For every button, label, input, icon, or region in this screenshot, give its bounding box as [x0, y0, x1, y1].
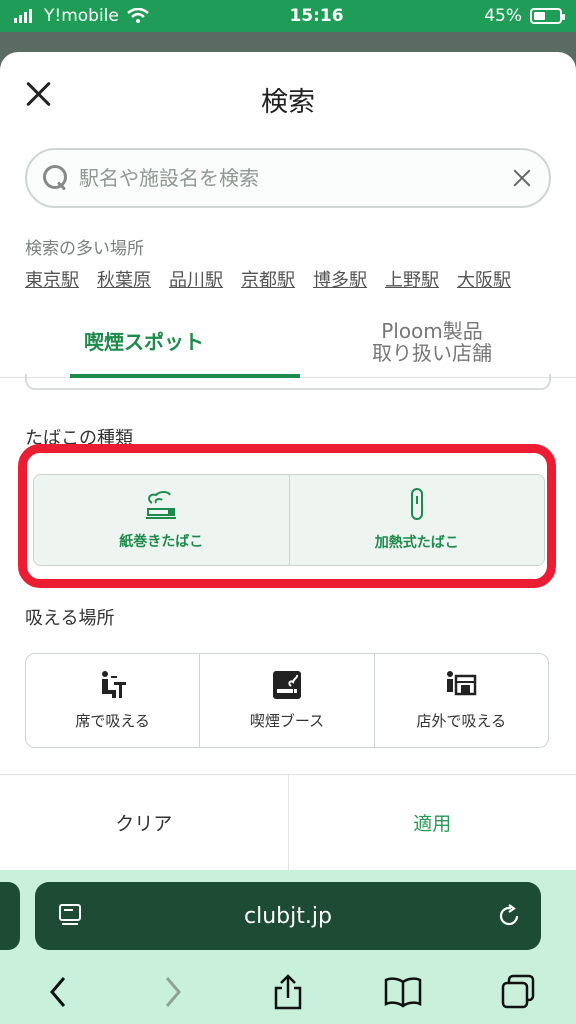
heated-tobacco-option-label: 加熱式たばこ [374, 535, 459, 551]
tobacco-type-label: たばこの種類 [25, 428, 133, 449]
tab-smoking-spots[interactable]: 喫煙スポット [0, 306, 300, 378]
clear-search-icon[interactable] [511, 167, 533, 189]
outside-smoking-label: 店外で吸える [416, 712, 507, 730]
address-bar[interactable]: clubjt.jp [35, 882, 541, 950]
tabs-icon[interactable] [498, 972, 538, 1012]
storefront-icon [447, 671, 477, 696]
seat-icon [101, 671, 126, 698]
clear-button[interactable]: クリア [0, 775, 288, 870]
page-title: 検索 [261, 87, 315, 118]
forward-icon[interactable] [153, 972, 193, 1012]
search-box[interactable] [25, 148, 551, 208]
search-input[interactable] [79, 166, 501, 190]
popular-place-link[interactable]: 東京駅 [25, 266, 79, 292]
outside-smoking-option-button[interactable]: 店外で吸える [373, 654, 548, 747]
popular-places-label: 検索の多い場所 [25, 239, 144, 259]
popular-place-link[interactable]: 博多駅 [313, 266, 367, 292]
carrier-name: Y!mobile [44, 6, 119, 26]
category-tabs: 喫煙スポット Ploom製品 取り扱い店舗 [0, 306, 576, 378]
battery-percent: 45% [484, 6, 522, 26]
url-text: clubjt.jp [244, 903, 332, 929]
seat-smoking-label: 席で吸える [75, 712, 150, 730]
reload-icon[interactable] [497, 904, 521, 928]
wifi-icon [127, 8, 149, 23]
cigarette-option-button[interactable]: 紙巻きたばこ [34, 475, 289, 565]
previous-tab-edge[interactable] [0, 882, 20, 950]
reader-view-icon[interactable] [59, 904, 81, 928]
bookmarks-icon[interactable] [383, 972, 423, 1012]
smoking-booth-icon [272, 671, 301, 699]
seat-smoking-option-button[interactable]: 席で吸える [26, 654, 199, 747]
status-bar: Y!mobile 15:16 45% [0, 0, 576, 32]
clock: 15:16 [289, 6, 344, 26]
share-icon[interactable] [268, 972, 308, 1012]
popular-place-link[interactable]: 品川駅 [169, 266, 223, 292]
smoking-booth-label: 喫煙ブース [249, 712, 325, 730]
popular-place-link[interactable]: 京都駅 [241, 266, 295, 292]
search-sheet: 検索 検索の多い場所 東京駅 秋葉原 品川駅 京都駅 博多駅 上野駅 大阪駅 喫… [0, 52, 576, 870]
sheet-header: 検索 [0, 52, 576, 142]
heated-tobacco-option-button[interactable]: 加熱式たばこ [288, 475, 544, 565]
popular-place-link[interactable]: 大阪駅 [457, 266, 511, 292]
sheet-footer: クリア 適用 [0, 774, 576, 870]
signal-icon [14, 9, 32, 23]
smoking-booth-option-button[interactable]: 喫煙ブース [199, 654, 373, 747]
smoking-place-label: 吸える場所 [25, 608, 115, 629]
back-icon[interactable] [38, 972, 78, 1012]
tobacco-type-group: 紙巻きたばこ 加熱式たばこ [33, 474, 545, 566]
cigarette-option-label: 紙巻きたばこ [119, 534, 204, 550]
tab-ploom-stores[interactable]: Ploom製品 取り扱い店舗 [288, 306, 576, 377]
popular-places-list: 東京駅 秋葉原 品川駅 京都駅 博多駅 上野駅 大阪駅 [25, 266, 576, 292]
search-icon [43, 165, 69, 191]
apply-button[interactable]: 適用 [287, 775, 576, 870]
battery-icon [530, 8, 565, 24]
smoking-place-group: 席で吸える 喫煙ブース 店外で吸える [25, 653, 549, 748]
cigarette-icon [146, 491, 177, 519]
heated-tobacco-icon [410, 488, 423, 520]
card-edge [25, 374, 551, 390]
popular-place-link[interactable]: 秋葉原 [97, 266, 151, 292]
browser-toolbar [0, 960, 576, 1024]
popular-place-link[interactable]: 上野駅 [385, 266, 439, 292]
